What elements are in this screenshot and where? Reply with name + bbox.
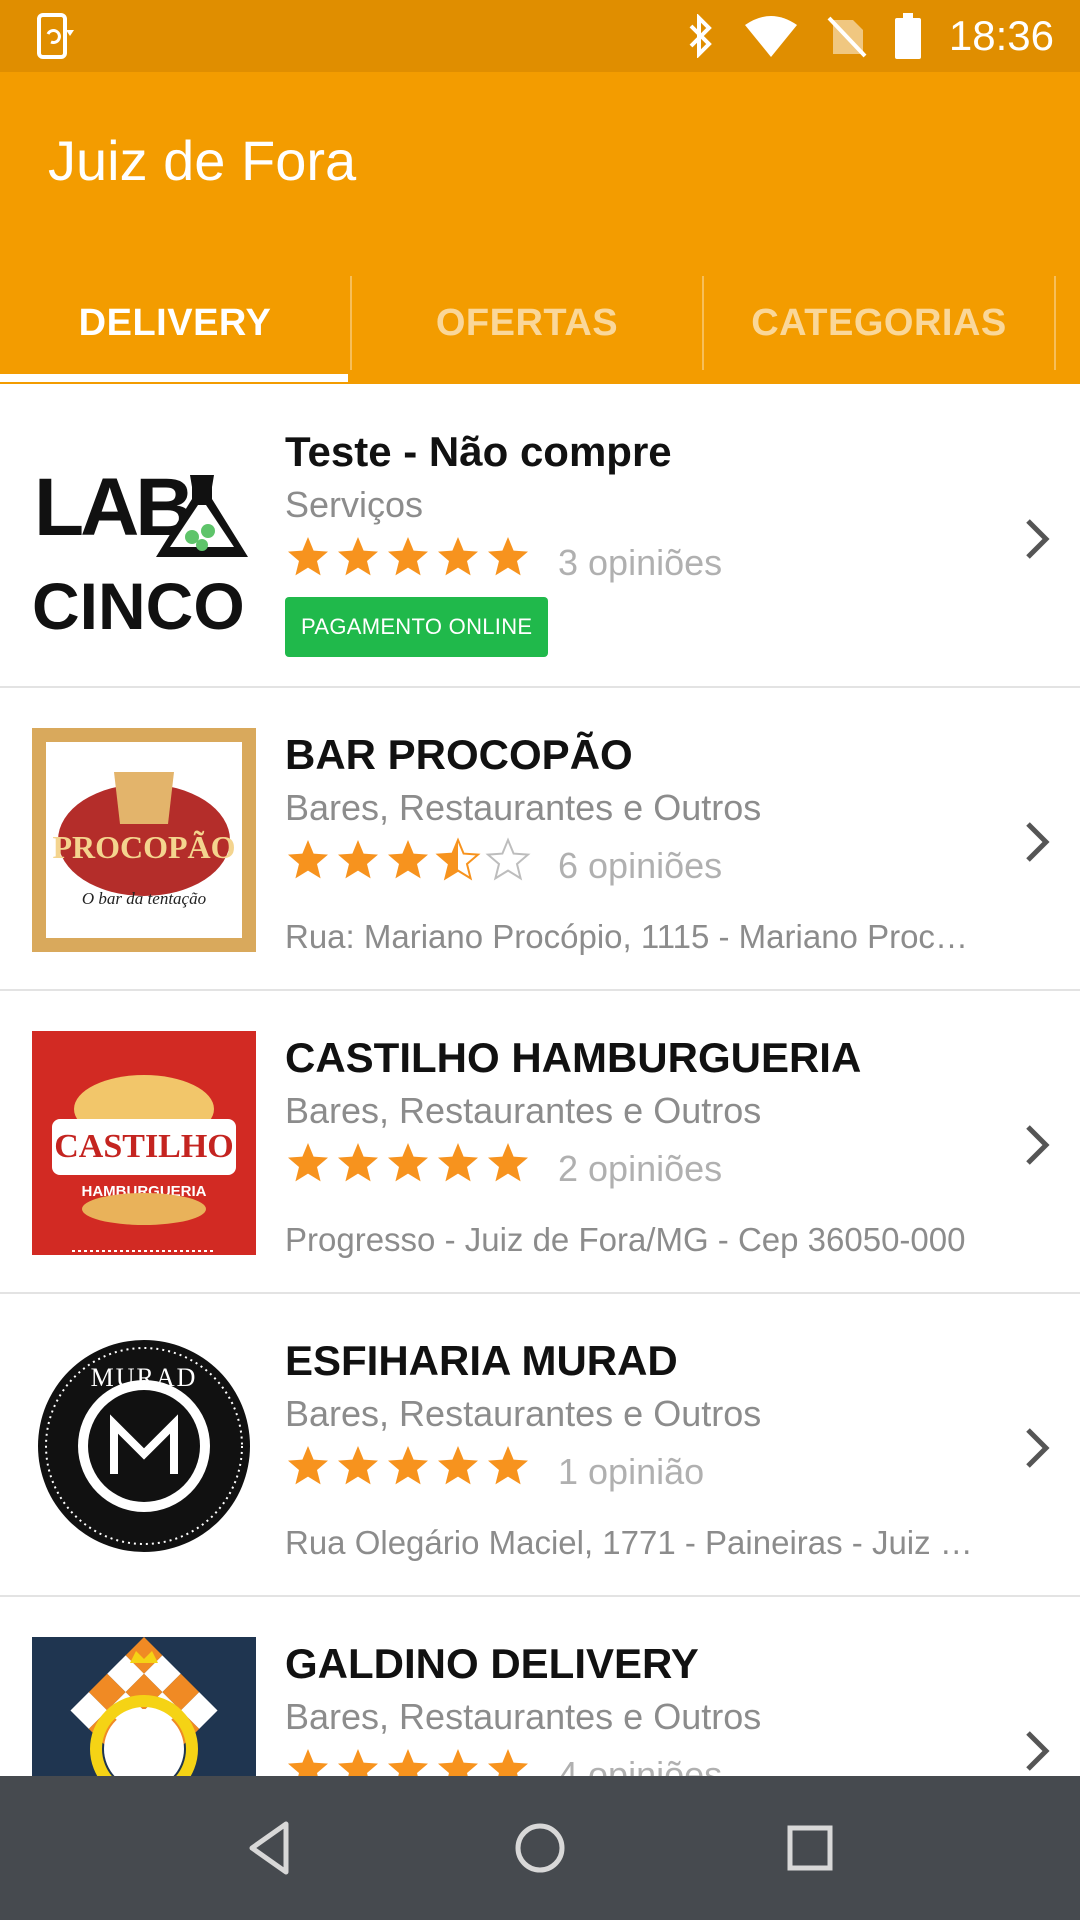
store-logo	[32, 1637, 256, 1776]
star-full-icon	[388, 840, 428, 879]
bluetooth-icon	[689, 14, 712, 58]
store-list[interactable]: LAB CINCO Teste - Não compre Serviços 3 …	[0, 386, 1080, 1776]
store-address: Rua Olegário Maciel, 1771 - Paineiras - …	[285, 1524, 985, 1561]
star-full-icon	[338, 1749, 378, 1776]
tab-categorias[interactable]: CATEGORIAS	[704, 262, 1054, 384]
rating-stars	[285, 534, 531, 580]
tab-divider	[1054, 276, 1056, 370]
store-logo: PROCOPÃO O bar da tentação	[32, 728, 256, 952]
back-icon[interactable]	[238, 1816, 302, 1880]
star-full-icon	[338, 1143, 378, 1182]
star-full-icon	[338, 840, 378, 879]
rating-stars	[285, 1443, 531, 1489]
rating-stars	[285, 837, 531, 883]
recents-icon[interactable]	[778, 1816, 842, 1880]
tab-bar: DELIVERY OFERTAS CATEGORIAS	[0, 262, 1080, 384]
payment-badge: PAGAMENTO ONLINE	[285, 597, 549, 657]
app-bar: Juiz de Fora DELIVERY OFERTAS CATEGORIAS	[0, 72, 1080, 384]
star-full-icon	[438, 1749, 478, 1776]
star-full-icon	[338, 537, 378, 576]
star-full-icon	[488, 1749, 528, 1776]
review-count: 6 opiniões	[558, 845, 723, 886]
tab-label: CATEGORIAS	[751, 301, 1007, 344]
chevron-right-icon	[1026, 1125, 1050, 1165]
store-name: GALDINO DELIVERY	[285, 1640, 699, 1687]
tab-label: OFERTAS	[435, 301, 619, 344]
star-full-icon	[438, 537, 478, 576]
chevron-right-icon	[1026, 519, 1050, 559]
review-count: 2 opiniões	[558, 1148, 723, 1189]
store-name: CASTILHO HAMBURGUERIA	[285, 1034, 862, 1081]
star-empty-icon	[485, 837, 531, 881]
store-logo: CASTILHO HAMBURGUERIA	[32, 1031, 256, 1255]
star-full-icon	[288, 537, 328, 576]
review-count: 1 opinião	[558, 1451, 705, 1492]
star-full-icon	[488, 1446, 528, 1485]
chevron-right-icon	[1026, 1428, 1050, 1468]
status-bar: 18:36	[0, 0, 1080, 72]
list-item[interactable]: MURAD ESFIHARIA MURAD Bares, Restaurante…	[0, 1295, 1080, 1597]
rating-stars	[285, 1746, 531, 1776]
logo-text: PROCOPÃO	[52, 829, 235, 865]
star-full-icon	[338, 1446, 378, 1485]
star-full-icon	[288, 1143, 328, 1182]
system-nav-bar	[0, 1776, 1080, 1920]
list-item[interactable]: PROCOPÃO O bar da tentação BAR PROCOPÃO …	[0, 689, 1080, 991]
logo-text: CINCO	[32, 569, 245, 643]
logo-text: O bar da tentação	[82, 889, 206, 908]
store-category: Serviços	[285, 484, 424, 525]
logo-text: CASTILHO	[54, 1128, 234, 1165]
tab-indicator	[0, 374, 348, 382]
star-full-icon	[288, 1446, 328, 1485]
page-title: Juiz de Fora	[48, 129, 357, 192]
list-item[interactable]: LAB CINCO Teste - Não compre Serviços 3 …	[0, 386, 1080, 688]
tab-delivery[interactable]: DELIVERY	[0, 262, 350, 384]
battery-icon	[894, 13, 921, 59]
star-full-icon	[388, 1143, 428, 1182]
star-full-icon	[438, 1143, 478, 1182]
review-count: 3 opiniões	[558, 542, 723, 583]
list-item[interactable]: GALDINO DELIVERY Bares, Restaurantes e O…	[0, 1598, 1080, 1776]
star-full-icon	[288, 1749, 328, 1776]
chevron-right-icon	[1026, 822, 1050, 862]
store-address: Progresso - Juiz de Fora/MG - Cep 36050-…	[285, 1221, 966, 1258]
home-icon[interactable]	[508, 1816, 572, 1880]
review-count: 4 opiniões	[558, 1754, 723, 1776]
star-full-icon	[488, 537, 528, 576]
star-full-icon	[388, 1749, 428, 1776]
store-logo: LAB CINCO	[32, 425, 256, 649]
chevron-right-icon	[1026, 1731, 1050, 1771]
store-category: Bares, Restaurantes e Outros	[285, 1090, 762, 1131]
store-category: Bares, Restaurantes e Outros	[285, 1696, 762, 1737]
store-name: ESFIHARIA MURAD	[285, 1337, 678, 1384]
list-item[interactable]: CASTILHO HAMBURGUERIA CASTILHO HAMBURGUE…	[0, 992, 1080, 1294]
phone-sync-icon	[37, 13, 74, 59]
store-name: BAR PROCOPÃO	[285, 731, 633, 778]
star-full-icon	[488, 1143, 528, 1182]
logo-text: MURAD	[91, 1363, 198, 1392]
store-category: Bares, Restaurantes e Outros	[285, 1393, 762, 1434]
status-time: 18:36	[948, 12, 1054, 59]
store-category: Bares, Restaurantes e Outros	[285, 787, 762, 828]
store-name: Teste - Não compre	[285, 428, 672, 475]
star-full-icon	[288, 840, 328, 879]
star-half-icon	[435, 837, 481, 881]
no-sim-icon	[827, 16, 867, 58]
tab-label: DELIVERY	[78, 301, 272, 344]
store-logo: MURAD	[32, 1334, 256, 1558]
tab-ofertas[interactable]: OFERTAS	[352, 262, 702, 384]
star-full-icon	[438, 1446, 478, 1485]
star-full-icon	[388, 537, 428, 576]
wifi-icon	[744, 16, 797, 57]
store-address: Rua: Mariano Procópio, 1115 - Mariano Pr…	[285, 918, 985, 955]
rating-stars	[285, 1140, 531, 1186]
star-full-icon	[388, 1446, 428, 1485]
